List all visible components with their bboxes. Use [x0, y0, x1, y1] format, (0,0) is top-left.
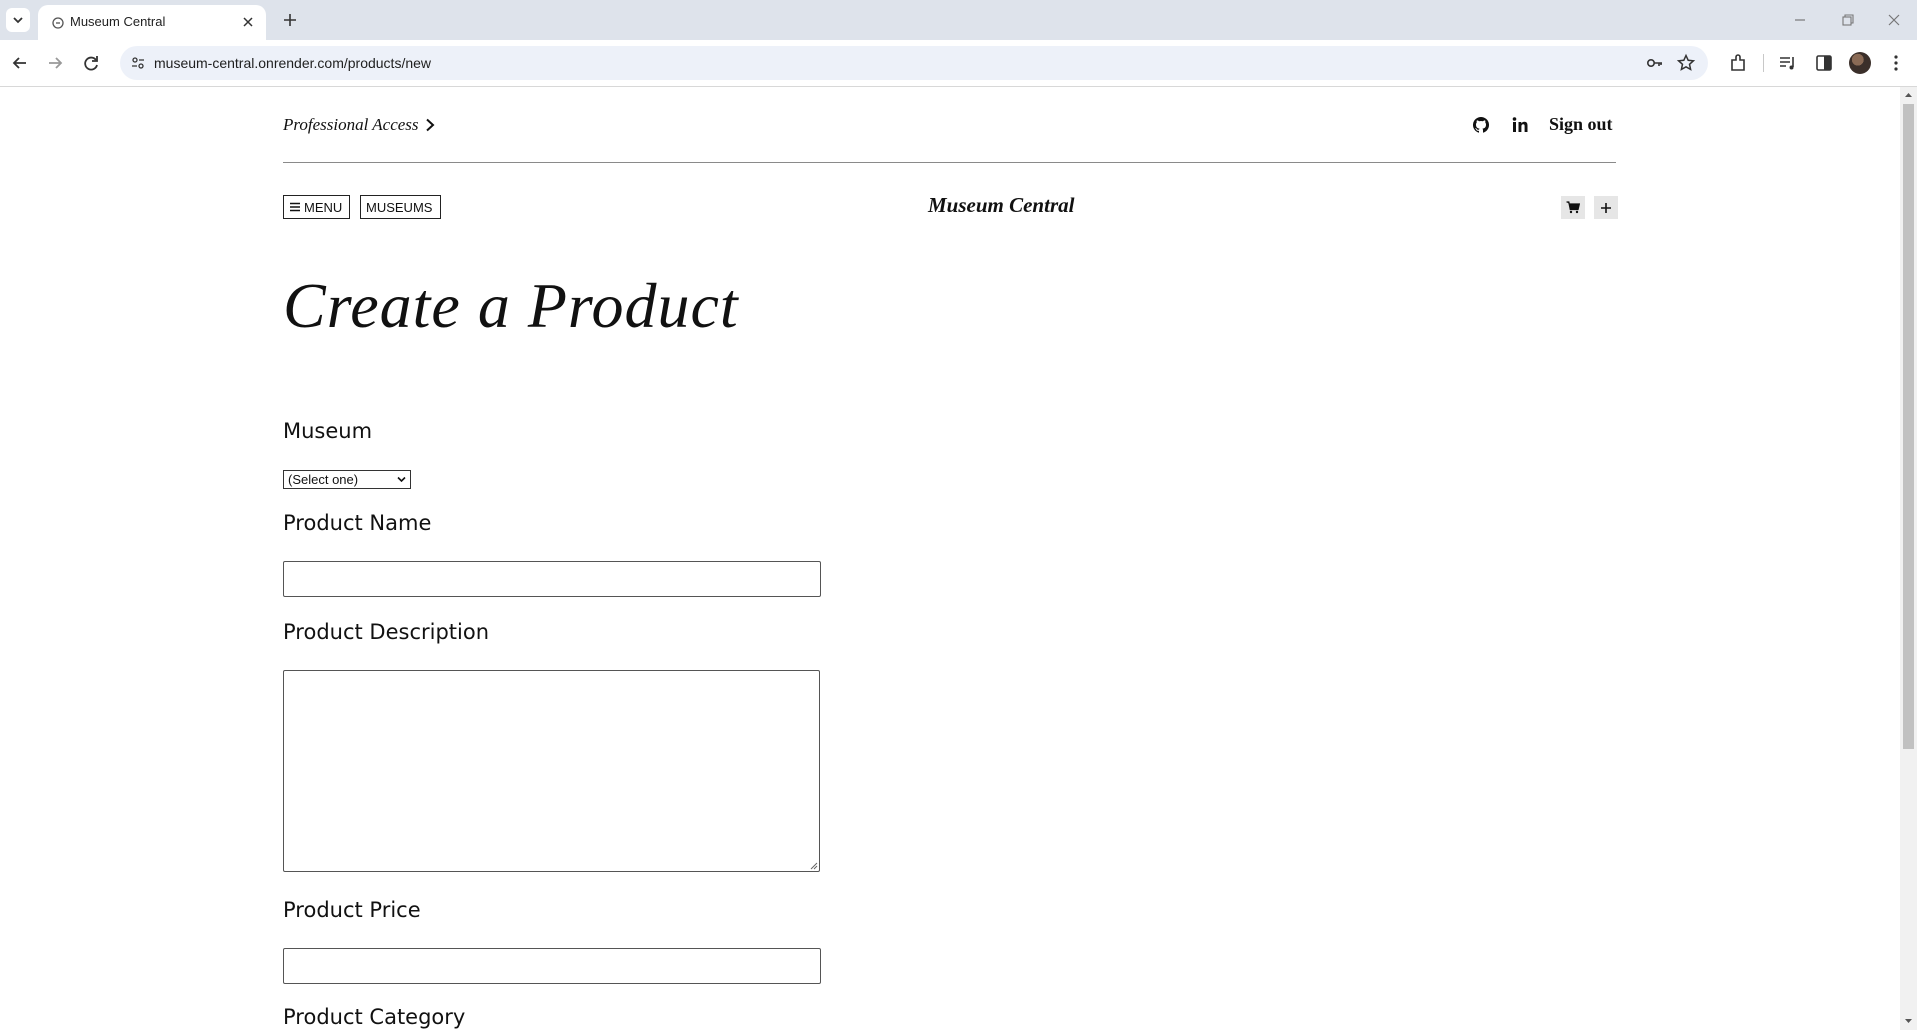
- museum-select-value: (Select one): [288, 472, 359, 487]
- sign-out-link[interactable]: Sign out: [1549, 114, 1613, 135]
- url-text[interactable]: museum-central.onrender.com/products/new: [154, 55, 431, 71]
- header-divider: [283, 162, 1616, 163]
- chevron-down-icon: [397, 476, 406, 483]
- chevron-down-icon: [13, 17, 23, 24]
- browser-toolbar: museum-central.onrender.com/products/new: [0, 40, 1917, 87]
- menu-label: MENU: [304, 199, 343, 215]
- side-panel-icon[interactable]: [1813, 52, 1835, 74]
- key-icon[interactable]: [1646, 54, 1664, 72]
- professional-access-label: Professional Access: [283, 115, 419, 134]
- extensions-icon[interactable]: [1727, 52, 1749, 74]
- cart-button[interactable]: [1561, 196, 1585, 219]
- product-name-label: Product Name: [283, 511, 432, 535]
- tab-search-button[interactable]: [6, 8, 30, 32]
- site-info-icon[interactable]: [130, 55, 146, 71]
- back-arrow-icon[interactable]: [9, 52, 31, 74]
- bookmark-star-icon[interactable]: [1676, 53, 1696, 73]
- forward-arrow-icon[interactable]: [44, 52, 66, 74]
- github-icon[interactable]: [1471, 115, 1491, 135]
- museums-button[interactable]: MUSEUMS: [360, 195, 441, 219]
- scroll-up-icon[interactable]: [1903, 90, 1914, 100]
- scrollbar-thumb[interactable]: [1903, 104, 1914, 749]
- toolbar-divider: [1763, 54, 1764, 72]
- tab-title: Museum Central: [70, 14, 166, 29]
- close-tab-icon[interactable]: [240, 14, 256, 30]
- page-title: Create a Product: [283, 270, 739, 341]
- minimize-icon[interactable]: [1790, 10, 1810, 30]
- browser-tab[interactable]: Museum Central: [38, 5, 266, 40]
- museum-select[interactable]: (Select one): [283, 470, 411, 489]
- linkedin-icon[interactable]: [1510, 115, 1530, 135]
- professional-access-link[interactable]: Professional Access: [283, 115, 435, 135]
- media-queue-icon[interactable]: [1777, 52, 1799, 74]
- add-button[interactable]: [1594, 196, 1618, 219]
- close-window-icon[interactable]: [1884, 10, 1904, 30]
- resize-grip-icon[interactable]: [808, 860, 818, 870]
- page-content: Professional Access Sign out MENU MUSEUM…: [0, 87, 1900, 1030]
- museums-label: MUSEUMS: [366, 199, 433, 215]
- product-description-label: Product Description: [283, 620, 490, 644]
- profile-avatar[interactable]: [1849, 52, 1871, 74]
- new-tab-icon[interactable]: [280, 10, 300, 30]
- product-category-label: Product Category: [283, 1005, 466, 1029]
- menu-button[interactable]: MENU: [283, 195, 350, 219]
- product-name-input[interactable]: [283, 561, 821, 597]
- scroll-down-icon[interactable]: [1903, 1016, 1914, 1026]
- restore-icon[interactable]: [1838, 10, 1858, 30]
- site-brand[interactable]: Museum Central: [928, 193, 1074, 218]
- product-description-textarea[interactable]: [283, 670, 820, 872]
- museum-label: Museum: [283, 419, 373, 443]
- cart-icon: [1566, 201, 1580, 214]
- address-bar[interactable]: museum-central.onrender.com/products/new: [120, 46, 1708, 80]
- reload-icon[interactable]: [80, 52, 102, 74]
- product-price-label: Product Price: [283, 898, 421, 922]
- more-menu-icon[interactable]: [1885, 52, 1907, 74]
- chevron-right-icon: [425, 118, 434, 132]
- plus-icon: [1601, 202, 1611, 213]
- product-price-input[interactable]: [283, 948, 821, 984]
- museum-favicon-icon: [52, 17, 64, 29]
- browser-tabstrip: Museum Central: [0, 0, 1917, 40]
- hamburger-icon: [290, 202, 300, 212]
